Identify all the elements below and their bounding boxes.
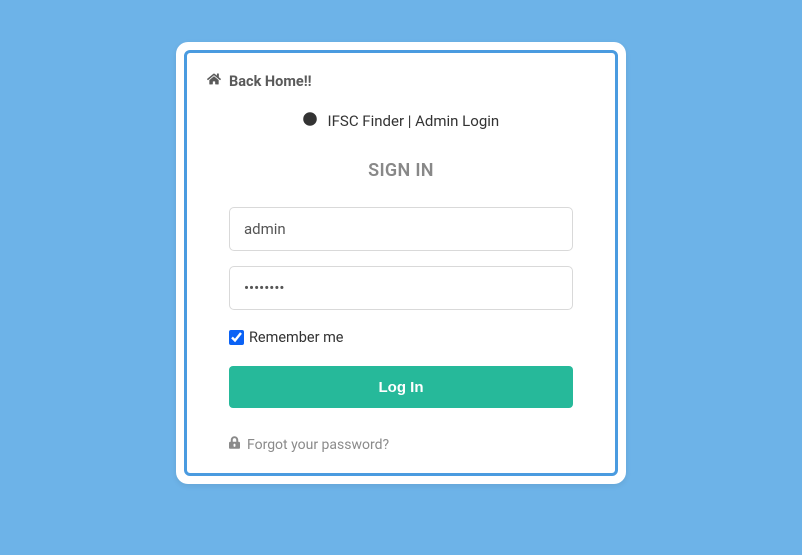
globe-icon	[303, 112, 321, 130]
forgot-password-link[interactable]: Forgot your password?	[229, 436, 389, 461]
remember-me-text: Remember me	[249, 329, 344, 346]
username-input[interactable]	[229, 207, 573, 251]
remember-me-checkbox[interactable]	[229, 330, 244, 345]
brand-row: IFSC Finder | Admin Login	[199, 112, 603, 130]
back-home-label: Back Home!!	[229, 73, 312, 90]
lock-icon	[229, 436, 240, 453]
remember-me-label[interactable]: Remember me	[229, 329, 573, 346]
login-button[interactable]: Log In	[229, 366, 573, 408]
password-input[interactable]	[229, 266, 573, 310]
signin-title: SIGN IN	[199, 160, 603, 181]
back-home-link[interactable]: Back Home!!	[199, 72, 312, 90]
login-card: Back Home!! IFSC Finder | Admin Login SI…	[176, 42, 626, 484]
login-form: Remember me Log In Forgot your password?	[199, 207, 603, 461]
forgot-password-text: Forgot your password?	[247, 437, 389, 453]
home-icon	[207, 72, 221, 90]
login-card-inner: Back Home!! IFSC Finder | Admin Login SI…	[184, 50, 618, 476]
brand-text: IFSC Finder | Admin Login	[328, 112, 500, 130]
